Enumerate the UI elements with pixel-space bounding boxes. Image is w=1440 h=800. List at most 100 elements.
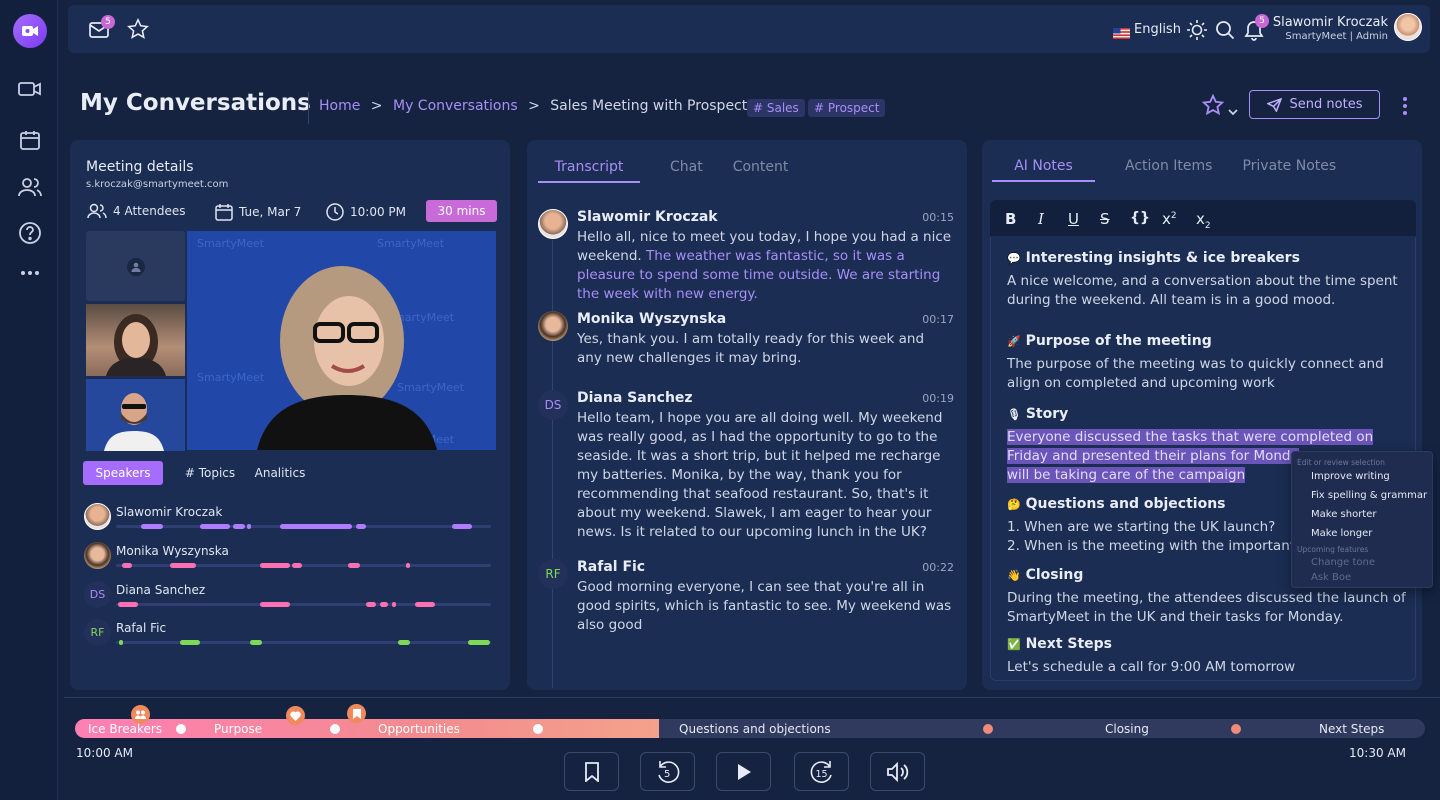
tab-action-items[interactable]: Action Items [1125,158,1212,182]
code-icon[interactable]: {} [1130,210,1150,226]
rewind-5-button[interactable]: 5 [640,752,695,791]
bookmark-marker-icon[interactable] [347,704,366,723]
time-info: 10:00 PM [326,203,406,221]
users-icon[interactable] [17,174,43,200]
search-icon[interactable] [1213,18,1237,42]
menu-item-make-shorter[interactable]: Make shorter [1311,509,1376,520]
superscript-icon[interactable]: x2 [1162,210,1177,228]
participant-video [106,314,166,376]
tab-transcript[interactable]: Transcript [538,159,640,183]
timeline-dot[interactable] [983,724,993,734]
tab-speakers[interactable]: Speakers [83,461,163,485]
send-notes-label: Send notes [1289,97,1363,112]
ai-context-menu: Edit or review selection Improve writing… [1291,451,1433,588]
user-avatar[interactable] [1394,13,1422,41]
tab-analitics[interactable]: Analitics [252,461,308,485]
timeline-dot[interactable] [330,724,340,734]
calendar-icon[interactable] [17,127,43,153]
user-name: Slawomir Kroczak [1272,15,1388,30]
timeline-label[interactable]: Opportunities [378,722,460,736]
bold-icon[interactable]: B [1005,210,1016,228]
menu-item-change-tone: Change tone [1311,557,1375,568]
breadcrumb: Home > My Conversations > Sales Meeting … [319,98,765,114]
breadcrumb-conversations[interactable]: My Conversations [393,98,518,114]
message-avatar: RF [538,559,568,589]
selected-line: will be taking care of the campaign [1007,467,1246,483]
timeline-label[interactable]: Closing [1105,722,1149,736]
message-avatar [538,209,568,239]
forward-15-button[interactable]: 15 [794,752,849,791]
timeline-label[interactable]: Purpose [214,722,262,736]
meeting-details-title: Meeting details [86,159,194,175]
help-icon[interactable] [17,220,43,246]
heart-marker-icon[interactable] [286,706,305,725]
language-selector[interactable]: English [1134,22,1181,37]
attendees-count: 4 Attendees [113,204,186,218]
attendees-info: 4 Attendees [87,203,185,219]
speaker-row[interactable]: Monika Wyszynska [84,542,494,578]
more-vertical-icon[interactable] [1402,96,1408,120]
more-icon[interactable] [17,260,43,286]
message-author: Monika Wyszynska [577,311,727,327]
timeline-label[interactable]: Questions and objections [679,722,831,736]
menu-item-fix-spelling[interactable]: Fix spelling & grammar [1311,490,1427,501]
underline-icon[interactable]: U [1068,210,1079,228]
speaker-row[interactable]: Slawomir Kroczak [84,503,494,539]
people-marker-icon[interactable] [131,705,150,724]
speech-segment [118,602,138,607]
timeline-dot[interactable] [176,724,186,734]
play-button[interactable] [716,752,771,791]
menu-item-improve-writing[interactable]: Improve writing [1311,471,1390,482]
meeting-timeline[interactable]: Ice Breakers Purpose Opportunities Quest… [75,719,1425,738]
tag-sales[interactable]: # Sales [747,99,805,117]
svg-text:SmartyMeet: SmartyMeet [197,237,265,250]
timeline-dot[interactable] [1231,724,1241,734]
chevron-down-icon[interactable] [1228,101,1238,120]
send-notes-button[interactable]: Send notes [1249,90,1380,119]
video-tile-monika[interactable] [86,304,185,376]
video-main-speaker[interactable]: SmartyMeet SmartyMeet SmartyMeet SmartyMee… [187,231,496,450]
section-emoji: 🚀 [1007,335,1021,348]
section-title: ✅ Next Steps [1007,636,1112,652]
speaker-row[interactable]: DS Diana Sanchez [84,581,494,617]
tab-ai-notes[interactable]: AI Notes [992,158,1095,182]
timeline-label[interactable]: Next Steps [1319,722,1384,736]
timeline-label[interactable]: Ice Breakers [88,722,162,736]
volume-button[interactable] [870,752,925,791]
app-logo[interactable] [13,14,47,48]
speech-segment [452,524,472,529]
meeting-time: 10:00 PM [350,205,406,219]
italic-icon[interactable]: I [1038,210,1044,228]
favorite-star-icon[interactable] [1201,93,1225,120]
video-tile-empty[interactable] [86,231,185,301]
strikethrough-icon[interactable]: S [1100,210,1110,228]
tab-topics[interactable]: # Topics [182,461,238,485]
svg-text:SmartyMeet: SmartyMeet [377,237,445,250]
subscript-icon[interactable]: x2 [1196,210,1211,231]
section-title-text: Purpose of the meeting [1025,333,1212,349]
sun-icon[interactable] [1185,18,1209,42]
section-text: During the meeting, the attendees discus… [1007,590,1406,625]
selected-line: Everyone discussed the tasks that were c… [1007,429,1374,445]
section-title: 🎙 Story [1007,406,1068,422]
speaker-row[interactable]: RF Rafal Fic [84,619,494,655]
video-icon[interactable] [17,76,43,102]
attendees-icon [87,203,107,219]
speech-segment [366,602,376,607]
tab-private-notes[interactable]: Private Notes [1242,158,1336,182]
participant-video [86,379,185,451]
sidebar [0,0,58,800]
main-speaker-video: SmartyMeet SmartyMeet SmartyMeet SmartyMee… [187,231,496,450]
tab-content[interactable]: Content [733,159,789,183]
tag-prospect[interactable]: # Prospect [808,99,886,117]
star-icon[interactable] [126,17,150,41]
bookmark-button[interactable] [564,752,619,791]
meeting-email: s.kroczak@smartymeet.com [86,179,229,190]
timeline-dot[interactable] [533,724,543,734]
tab-chat[interactable]: Chat [670,159,703,183]
speech-segment [180,640,200,645]
breadcrumb-separator: > [528,98,540,114]
video-tile-slawomir[interactable] [86,379,185,451]
menu-item-make-longer[interactable]: Make longer [1311,528,1372,539]
breadcrumb-home[interactable]: Home [319,98,360,114]
